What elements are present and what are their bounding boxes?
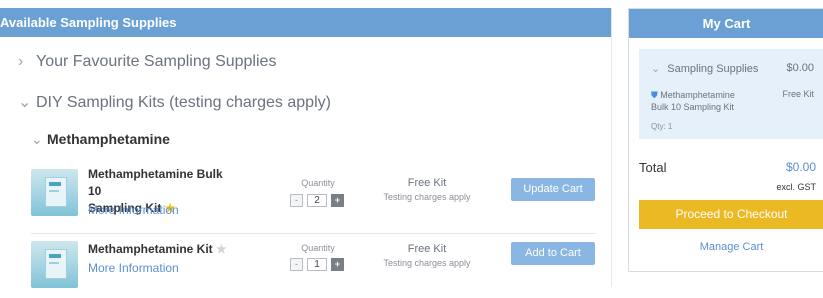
product-row: Methamphetamine Kit ★ More Information Q… (31, 238, 596, 298)
divider (31, 233, 596, 234)
price-label: Free Kit (407, 177, 447, 189)
subsection-label: Methamphetamine (47, 131, 170, 147)
cart-group-total: $0.00 (786, 62, 814, 74)
chevron-down-icon: ⌄ (651, 63, 661, 75)
cart-total-value: $0.00 (785, 160, 816, 174)
accordion-label: DIY Sampling Kits (testing charges apply… (36, 94, 331, 111)
cart-panel: My Cart ⌄ Sampling Supplies $0.00 ⛊ Meth… (628, 8, 823, 272)
panel-title: Available Sampling Supplies (0, 8, 611, 37)
product-row: Methamphetamine Bulk 10 Sampling Kit ★ M… (31, 166, 596, 226)
accordion-diy-kits[interactable]: ⌄ DIY Sampling Kits (testing charges appl… (18, 92, 331, 112)
cart-total-note: excl. GST (776, 182, 816, 192)
quantity-stepper: - 2 + (290, 194, 350, 207)
cart-total-label: Total (639, 160, 667, 175)
cart-group-toggle[interactable]: ⌄ Sampling Supplies (651, 62, 758, 75)
price-info: Free Kit Testing charges apply (372, 243, 482, 268)
quantity-input[interactable]: 2 (307, 194, 327, 207)
product-image[interactable] (31, 241, 78, 288)
price-note: Testing charges apply (383, 192, 471, 202)
more-information-link[interactable]: More Information (88, 203, 179, 217)
chevron-down-icon: ⌄ (18, 94, 32, 111)
quantity-stepper: - 1 + (290, 258, 350, 271)
cart-group-sampling-supplies: ⌄ Sampling Supplies $0.00 ⛊ Methamphetam… (639, 49, 823, 139)
shield-icon: ⛊ (651, 90, 658, 100)
increment-button[interactable]: + (331, 194, 344, 207)
accordion-favourites[interactable]: › Your Favourite Sampling Supplies (18, 53, 276, 71)
star-icon[interactable]: ★ (216, 242, 227, 256)
decrement-button[interactable]: - (290, 258, 303, 271)
quantity-input[interactable]: 1 (307, 258, 327, 271)
available-supplies-panel: Available Sampling Supplies › Your Favour… (0, 8, 612, 288)
chevron-right-icon: › (18, 53, 24, 70)
price-note: Testing charges apply (383, 258, 471, 268)
accordion-methamphetamine[interactable]: ⌄ Methamphetamine (31, 131, 170, 148)
product-name: Methamphetamine Kit ★ (88, 242, 227, 256)
cart-item-qty: Qty: 1 (651, 122, 673, 131)
price-info: Free Kit Testing charges apply (372, 177, 482, 202)
update-cart-button[interactable]: Update Cart (511, 178, 595, 201)
proceed-to-checkout-button[interactable]: Proceed to Checkout (639, 200, 823, 229)
cart-item-price: Free Kit (782, 89, 814, 99)
chevron-down-icon: ⌄ (31, 131, 43, 147)
quantity-label: Quantity (301, 243, 335, 253)
cart-title: My Cart (629, 9, 823, 38)
increment-button[interactable]: + (331, 258, 344, 271)
product-image[interactable] (31, 169, 78, 216)
price-label: Free Kit (407, 243, 447, 255)
manage-cart-link[interactable]: Manage Cart (639, 241, 823, 253)
cart-group-label: Sampling Supplies (667, 63, 759, 75)
more-information-link[interactable]: More Information (88, 261, 179, 275)
quantity-label: Quantity (301, 178, 335, 188)
cart-item-name: ⛊ Methamphetamine Bulk 10 Sampling Kit (651, 90, 735, 112)
accordion-label: Your Favourite Sampling Supplies (36, 53, 277, 70)
decrement-button[interactable]: - (290, 194, 303, 207)
add-to-cart-button[interactable]: Add to Cart (511, 242, 595, 265)
